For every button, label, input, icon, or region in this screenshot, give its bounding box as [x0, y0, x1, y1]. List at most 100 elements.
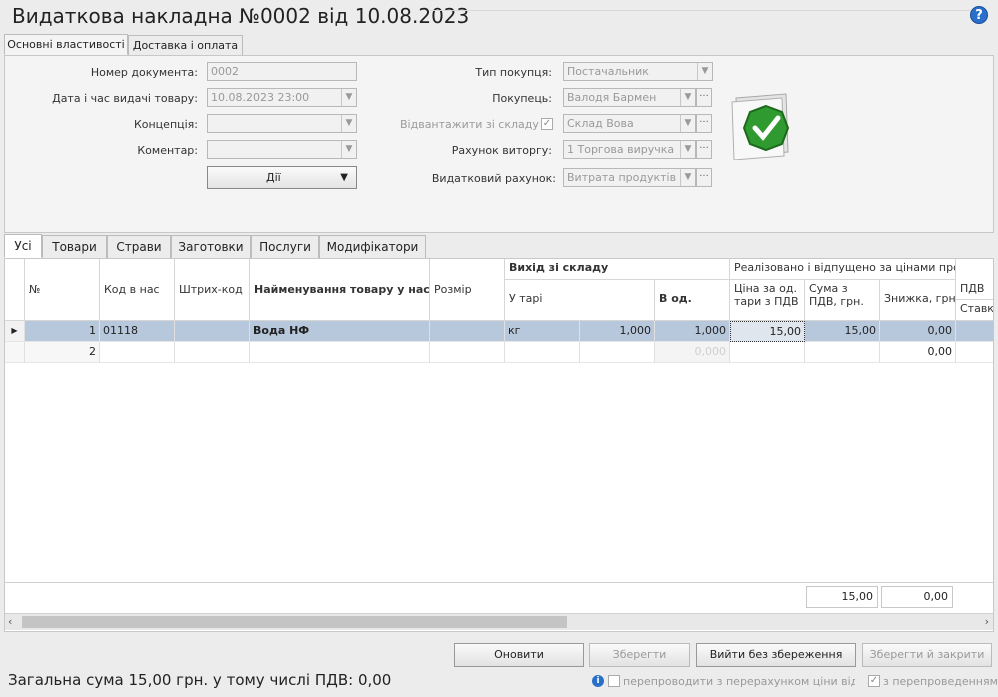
chevron-down-icon[interactable]: ▼ — [680, 169, 695, 186]
table-cell-discount[interactable]: 0,00 — [880, 342, 956, 363]
table-cell-name[interactable] — [250, 342, 430, 363]
table-cell-barcode[interactable] — [175, 342, 250, 363]
chevron-down-icon[interactable]: ▼ — [680, 89, 695, 106]
doc-number-label: Номер документа: — [90, 66, 198, 79]
tab-dishes[interactable]: Страви — [107, 235, 171, 259]
exit-without-saving-button[interactable]: Вийти без збереження — [696, 643, 856, 667]
title-divider — [430, 10, 970, 11]
more-icon[interactable]: ··· — [696, 140, 712, 159]
table-cell-pack-qty[interactable]: 1,000 — [580, 321, 655, 342]
col-price[interactable]: Ціна за од. тари з ПДВ — [730, 280, 805, 321]
concept-select[interactable] — [207, 114, 357, 133]
ship-from-checkbox[interactable]: ✓ — [541, 118, 553, 130]
refresh-button[interactable]: Оновити — [454, 643, 584, 667]
chevron-down-icon[interactable]: ▼ — [341, 141, 356, 158]
table-cell-pack-qty[interactable] — [580, 342, 655, 363]
ship-from-label: Відвантажити зі складу — [400, 118, 539, 131]
chevron-down-icon[interactable]: ▼ — [680, 141, 695, 158]
tab-delivery-payment[interactable]: Доставка і оплата — [128, 35, 243, 56]
col-no[interactable]: № — [25, 259, 100, 321]
date-value: 10.08.2023 23:00 — [211, 91, 310, 104]
total-discount: 0,00 — [881, 586, 953, 608]
col-vat-rate[interactable]: Ставка — [956, 300, 993, 321]
chevron-down-icon[interactable]: ▼ — [697, 63, 712, 80]
col-code[interactable]: Код в нас — [100, 259, 175, 321]
col-group-realized: Реалізовано і відпущено за цінами продаж… — [730, 259, 956, 280]
table-cell-pack-unit[interactable] — [505, 342, 580, 363]
table-cell-sum[interactable]: 15,00 — [805, 321, 880, 342]
more-icon[interactable]: ··· — [696, 168, 712, 187]
table-cell-vat-rate[interactable] — [956, 342, 993, 363]
table-cell-code[interactable]: 01118 — [100, 321, 175, 342]
row-header-corner — [5, 259, 25, 321]
table-cell-no[interactable]: 2 — [25, 342, 100, 363]
col-name[interactable]: Найменування товару у нас — [250, 259, 430, 321]
info-icon[interactable]: i — [592, 675, 604, 687]
chevron-down-icon[interactable]: ▼ — [341, 115, 356, 132]
tab-main-properties[interactable]: Основні властивості — [4, 34, 128, 55]
chevron-down-icon[interactable]: ▼ — [341, 89, 356, 106]
table-cell-barcode[interactable] — [175, 321, 250, 342]
row-header — [5, 342, 25, 363]
document-check-icon — [731, 93, 790, 160]
scroll-right-icon[interactable]: › — [985, 615, 989, 628]
doc-number-field[interactable]: 0002 — [207, 62, 357, 81]
repost-label: перепроводити з перерахунком ціни відван… — [623, 675, 855, 688]
table-cell-units[interactable]: 0,000 — [655, 342, 730, 363]
col-discount[interactable]: Знижка, грн. — [880, 280, 956, 321]
table-cell-name[interactable]: Вода НФ — [250, 321, 430, 342]
buyer-type-label: Тип покупця: — [475, 66, 552, 79]
table-cell-price[interactable]: 15,00 — [730, 321, 805, 342]
col-in-pack[interactable]: У тарі — [505, 280, 655, 321]
buyer-label: Покупець: — [492, 92, 552, 105]
horizontal-scrollbar[interactable]: ‹ › — [5, 613, 993, 630]
with-posting-label: з перепроведенням — [883, 675, 998, 688]
table-cell-size[interactable] — [430, 342, 505, 363]
table-cell-sum[interactable] — [805, 342, 880, 363]
col-in-units[interactable]: В од. — [655, 280, 730, 321]
date-field[interactable]: 10.08.2023 23:00 — [207, 88, 357, 107]
col-group-warehouse-out: Вихід зі складу — [505, 259, 730, 280]
buyer-type-select[interactable]: Постачальник — [563, 62, 713, 81]
items-table: № Код в нас Штрих-код Найменування товар… — [4, 258, 994, 632]
tab-goods[interactable]: Товари — [42, 235, 107, 259]
expense-account-select[interactable]: Витрата продуктів — [563, 168, 696, 187]
expense-account-label: Видатковий рахунок: — [431, 172, 556, 185]
save-and-close-button[interactable]: Зберегти й закрити — [862, 643, 992, 667]
window-title: Видаткова накладна №0002 від 10.08.2023 — [12, 4, 470, 28]
table-cell-discount[interactable]: 0,00 — [880, 321, 956, 342]
col-sum[interactable]: Сума з ПДВ, грн. — [805, 280, 880, 321]
concept-label: Концепція: — [133, 118, 198, 131]
buyer-select[interactable]: Валодя Бармен — [563, 88, 696, 107]
tab-all[interactable]: Усі — [4, 234, 42, 258]
revenue-account-select[interactable]: 1 Торгова виручка — [563, 140, 696, 159]
comment-field[interactable] — [207, 140, 357, 159]
help-icon[interactable]: ? — [970, 6, 988, 24]
save-button[interactable]: Зберегти — [589, 643, 690, 667]
col-size[interactable]: Розмір — [430, 259, 505, 321]
tab-services[interactable]: Послуги — [251, 235, 319, 259]
caret-down-icon: ▼ — [340, 172, 348, 183]
footer-divider — [5, 582, 993, 583]
tab-modifiers[interactable]: Модифікатори — [319, 235, 426, 259]
table-cell-units[interactable]: 1,000 — [655, 321, 730, 342]
scroll-left-icon[interactable]: ‹ — [8, 615, 12, 628]
comment-label: Коментар: — [137, 144, 198, 157]
table-cell-code[interactable] — [100, 342, 175, 363]
date-label: Дата і час видачі товару: — [52, 92, 198, 105]
table-cell-no[interactable]: 1 — [25, 321, 100, 342]
table-cell-vat-rate[interactable] — [956, 321, 993, 342]
tab-preparations[interactable]: Заготовки — [171, 235, 251, 259]
warehouse-select[interactable]: Склад Вова — [563, 114, 696, 133]
more-icon[interactable]: ··· — [696, 114, 712, 133]
table-cell-price[interactable] — [730, 342, 805, 363]
chevron-down-icon[interactable]: ▼ — [680, 115, 695, 132]
more-icon[interactable]: ··· — [696, 88, 712, 107]
with-posting-checkbox[interactable]: ✓ — [868, 675, 880, 687]
table-cell-pack-unit[interactable]: кг — [505, 321, 580, 342]
table-cell-size[interactable] — [430, 321, 505, 342]
col-barcode[interactable]: Штрих-код — [175, 259, 250, 321]
actions-button[interactable]: Дії ▼ — [207, 166, 357, 189]
scroll-thumb[interactable] — [22, 616, 567, 628]
repost-checkbox[interactable] — [608, 675, 620, 687]
